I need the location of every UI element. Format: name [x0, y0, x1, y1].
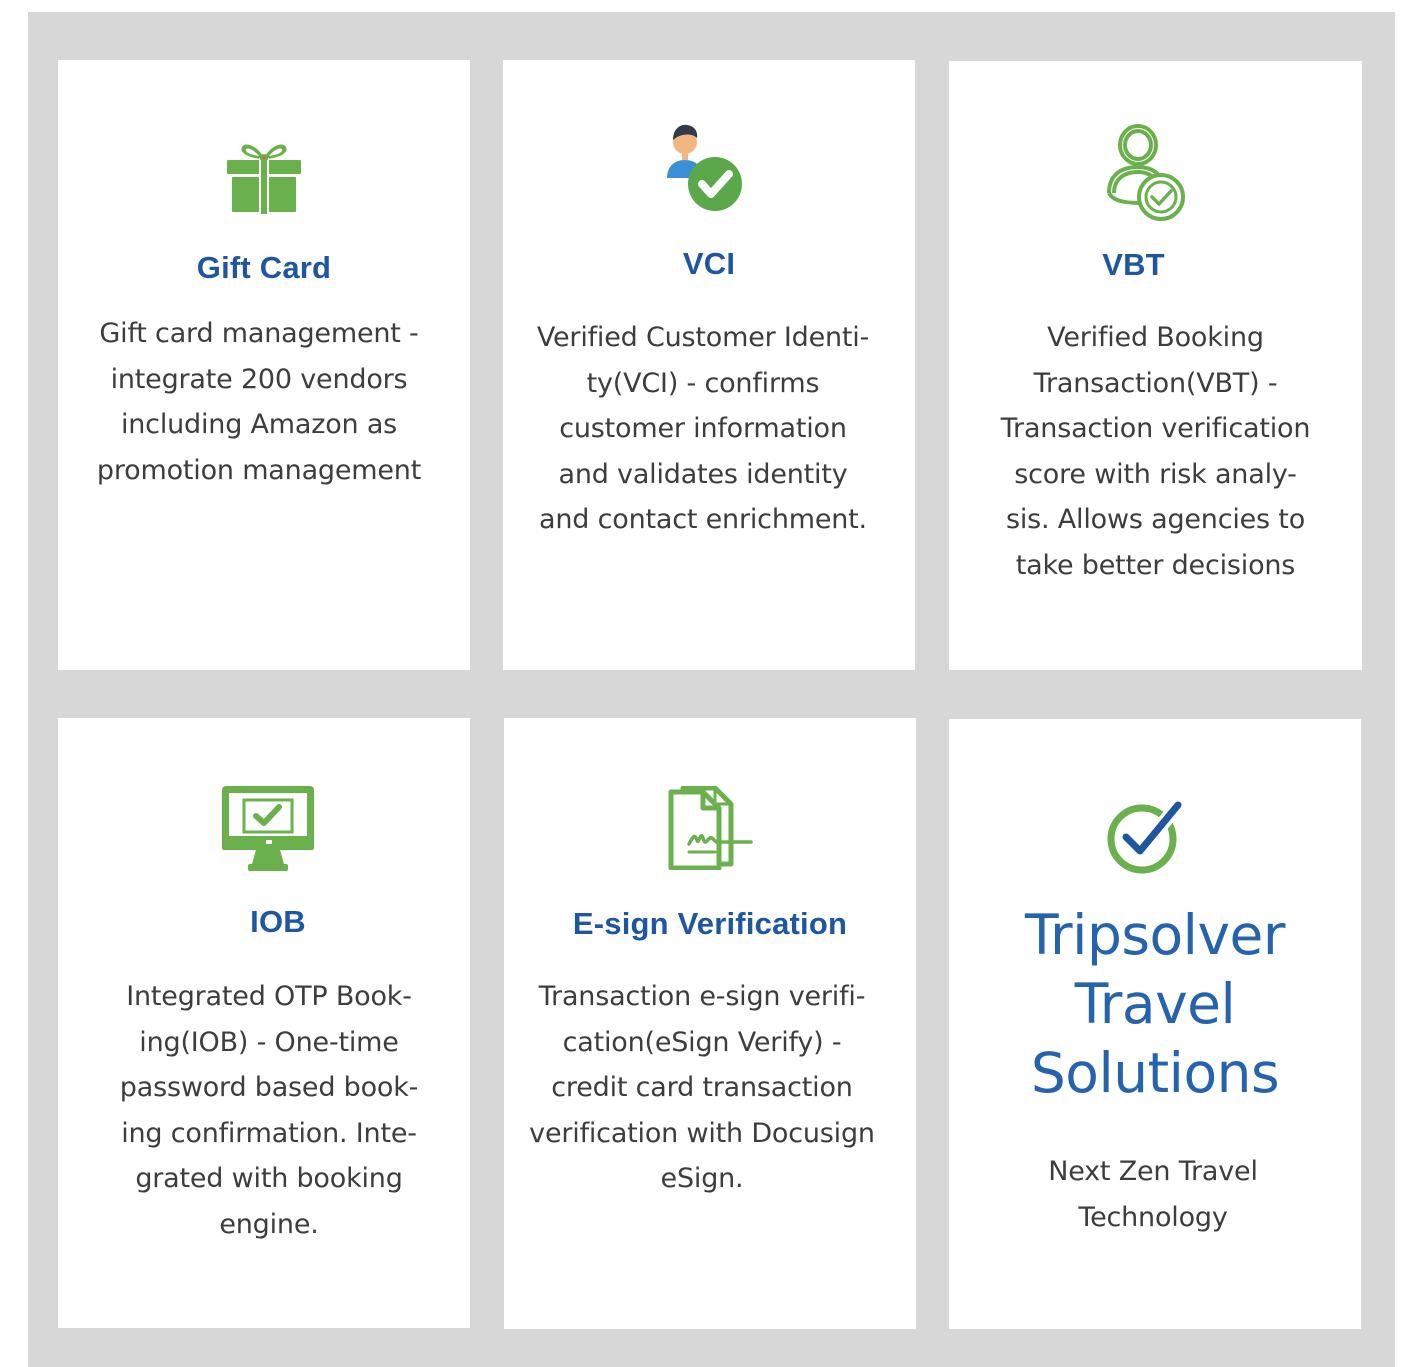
- brand-tagline: Next Zen Travel Technology: [1048, 1156, 1258, 1233]
- card-description: Integrated OTP Book-ing(IOB) - One-time …: [119, 981, 419, 1240]
- card-title: E-sign Verification: [572, 906, 848, 941]
- monitor-check-icon: [222, 786, 314, 871]
- brand-title: Tripsolver Travel Solutions: [1025, 903, 1285, 1105]
- card-description: Transaction e-sign verifi-cation(eSign V…: [529, 981, 875, 1194]
- card-description: Verified Booking Transaction(VBT) - Tran…: [1000, 322, 1311, 581]
- feature-card-vbt: VBT Verified Booking Transaction(VBT) - …: [949, 61, 1362, 670]
- feature-card-vci: VCI Verified Customer Identi-ty(VCI) - c…: [503, 60, 915, 670]
- verified-user-icon: [667, 124, 742, 211]
- feature-card-gift-card: Gift Card Gift card management - integra…: [58, 60, 470, 670]
- feature-card-iob: IOB Integrated OTP Book-ing(IOB) - One-t…: [58, 718, 470, 1328]
- brand-card: Tripsolver Travel Solutions Next Zen Tra…: [949, 719, 1361, 1329]
- user-check-icon: [1106, 124, 1185, 221]
- feature-card-esign-verification: E-sign Verification Transaction e-sign v…: [504, 718, 916, 1329]
- card-title: VCI: [682, 246, 736, 281]
- card-description: Gift card management - integrate 200 ven…: [96, 318, 422, 486]
- gift-icon: [227, 144, 301, 214]
- document-signature-icon: [668, 786, 753, 870]
- check-circle-icon: [1107, 796, 1186, 874]
- card-title: Gift Card: [196, 250, 332, 285]
- card-description: Verified Customer Identi-ty(VCI) - confi…: [536, 322, 870, 535]
- card-title: IOB: [250, 904, 306, 939]
- card-title: VBT: [1102, 247, 1165, 282]
